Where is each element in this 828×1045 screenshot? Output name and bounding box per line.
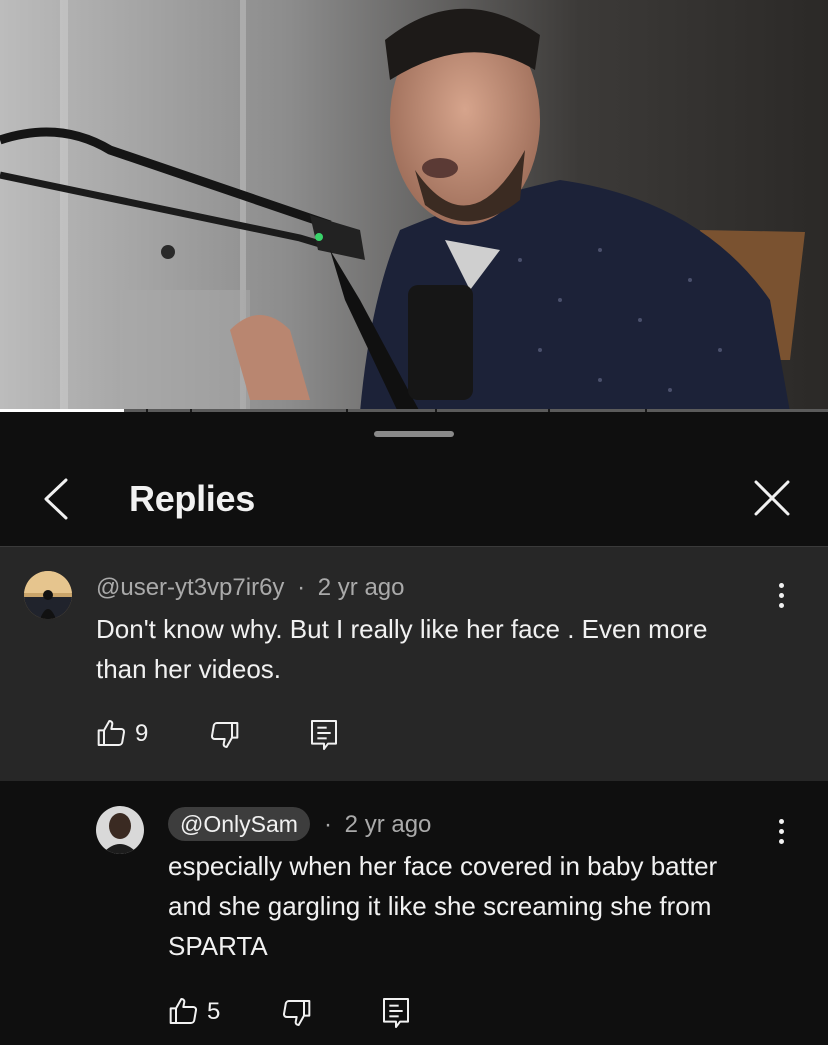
like-count: 9 bbox=[135, 720, 149, 747]
close-icon[interactable] bbox=[750, 476, 794, 520]
parent-comment: @user-yt3vp7ir6y · 2 yr ago Don't know w… bbox=[0, 547, 828, 781]
comment-meta: · 2 yr ago bbox=[324, 811, 431, 839]
comment-author[interactable]: @user-yt3vp7ir6y bbox=[96, 574, 284, 601]
meta-separator: · bbox=[324, 811, 332, 838]
comment-meta: @user-yt3vp7ir6y · 2 yr ago bbox=[96, 574, 405, 602]
like-count: 5 bbox=[207, 998, 221, 1025]
more-options-icon[interactable] bbox=[776, 819, 786, 849]
dislike-icon[interactable] bbox=[280, 997, 312, 1029]
replies-panel: Replies @user-yt3vp7ir6y · 2 yr ago Don'… bbox=[0, 412, 828, 1045]
reply-icon[interactable] bbox=[380, 995, 412, 1031]
back-arrow-icon[interactable] bbox=[40, 474, 76, 524]
replies-header: Replies bbox=[0, 462, 828, 546]
avatar-image bbox=[24, 571, 72, 619]
like-icon[interactable] bbox=[96, 717, 128, 749]
video-frame-image bbox=[0, 0, 828, 412]
drag-handle[interactable] bbox=[374, 431, 454, 437]
comment-age: 2 yr ago bbox=[344, 811, 432, 838]
like-icon[interactable] bbox=[168, 995, 200, 1027]
video-player[interactable] bbox=[0, 0, 828, 412]
comment-text: Don't know why. But I really like her fa… bbox=[96, 614, 708, 684]
reply-icon[interactable] bbox=[308, 717, 340, 753]
meta-separator: · bbox=[297, 574, 306, 601]
avatar[interactable] bbox=[96, 806, 144, 854]
more-options-icon[interactable] bbox=[776, 583, 786, 613]
dislike-icon[interactable] bbox=[208, 719, 240, 751]
avatar[interactable] bbox=[24, 571, 72, 619]
reply-comment: @OnlySam · 2 yr ago especially when her … bbox=[0, 781, 828, 1045]
comment-age: 2 yr ago bbox=[317, 574, 405, 601]
comment-text: especially when her face covered in baby… bbox=[168, 851, 718, 961]
avatar-image bbox=[96, 806, 144, 854]
panel-title: Replies bbox=[129, 478, 255, 519]
author-chip[interactable]: @OnlySam bbox=[168, 807, 310, 841]
